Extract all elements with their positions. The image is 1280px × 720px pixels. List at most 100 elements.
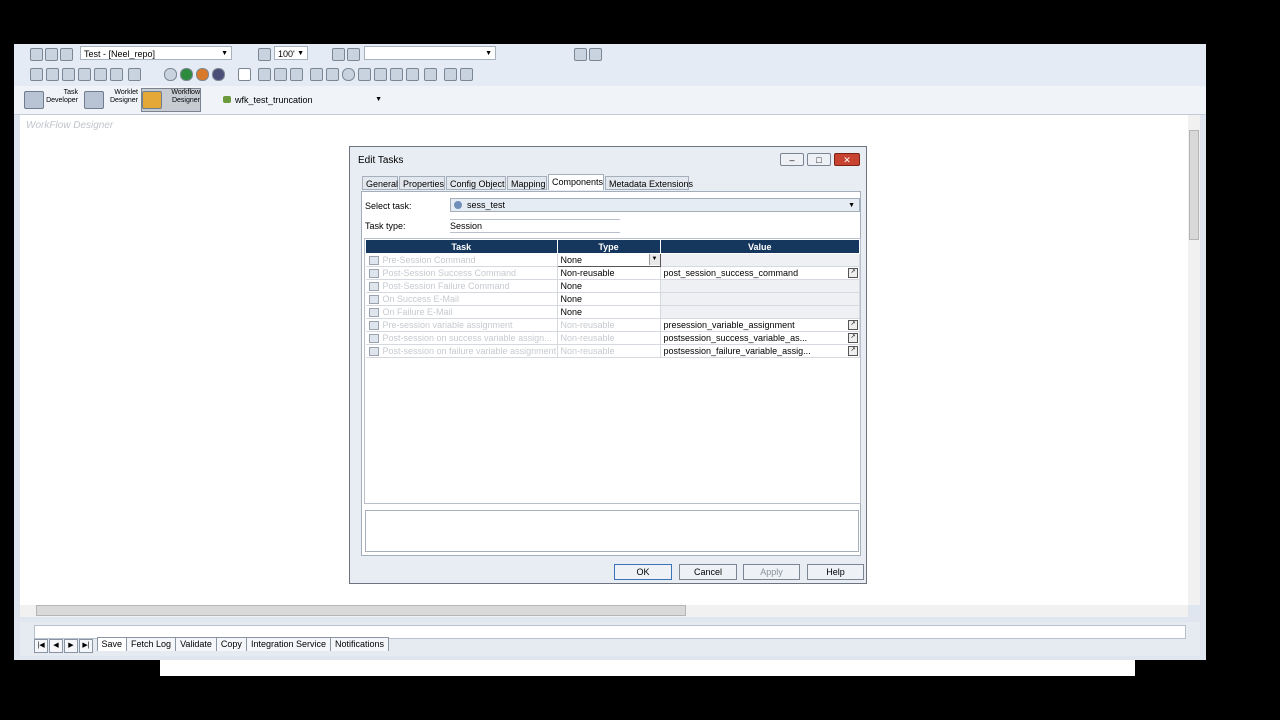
repo-disconnect-icon[interactable]	[45, 48, 58, 61]
gear-icon[interactable]	[258, 68, 271, 81]
maximize-button[interactable]: □	[807, 153, 831, 166]
column-header-value[interactable]: Value	[659, 239, 860, 254]
components-grid: Task Type Value Pre-Session Command None…	[365, 239, 860, 358]
tab-mapping[interactable]: Mapping	[507, 176, 547, 190]
column-header-task[interactable]: Task	[365, 239, 558, 254]
search-icon[interactable]	[78, 68, 91, 81]
repo-connect-icon[interactable]	[30, 48, 43, 61]
r-icon[interactable]	[164, 68, 177, 81]
value-cell[interactable]: postsession_failure_variable_assig... ↗	[660, 344, 860, 358]
blank-select[interactable]: ▼	[364, 46, 496, 60]
tab-integration-service[interactable]: Integration Service	[245, 637, 331, 651]
type-cell[interactable]: Non-reusable	[557, 266, 661, 280]
tab-general[interactable]: General	[362, 176, 398, 190]
worklet-designer-button[interactable]: Worklet Designer	[84, 89, 138, 111]
horizontal-scroll-thumb[interactable]	[36, 605, 686, 616]
assignment-icon[interactable]	[390, 68, 403, 81]
task-icon[interactable]	[274, 68, 287, 81]
type-cell: Non-reusable	[557, 318, 661, 332]
value-cell[interactable]	[660, 292, 860, 306]
table-row[interactable]: Post-Session Success Command Non-reusabl…	[365, 266, 860, 280]
decision-icon[interactable]	[374, 68, 387, 81]
ok-button[interactable]: OK	[614, 564, 672, 580]
chevron-down-icon[interactable]: ▼	[648, 254, 659, 265]
link-icon[interactable]	[574, 48, 587, 61]
edit-value-icon[interactable]: ↗	[848, 320, 858, 330]
tab-notifications[interactable]: Notifications	[329, 637, 390, 651]
layout-icon[interactable]	[332, 48, 345, 61]
prev-tab-icon[interactable]: ◀	[49, 639, 63, 653]
type-cell[interactable]: None	[557, 305, 661, 319]
column-header-type[interactable]: Type	[556, 239, 661, 254]
last-tab-icon[interactable]: ▶|	[79, 639, 93, 653]
edit-value-icon[interactable]: ↗	[848, 346, 858, 356]
email-icon	[368, 308, 379, 318]
workflow-select[interactable]: wfk_test_truncation ▼	[220, 92, 386, 106]
tab-save[interactable]: Save	[96, 637, 128, 651]
vertical-scroll-thumb[interactable]	[1189, 130, 1199, 240]
table-row[interactable]: On Failure E-Mail None	[365, 305, 860, 319]
arrow-icon[interactable]	[589, 48, 602, 61]
table-row[interactable]: Post-Session Failure Command None	[365, 279, 860, 293]
table-row[interactable]: Pre-Session Command None ▼	[365, 253, 860, 267]
tab-copy[interactable]: Copy	[215, 637, 247, 651]
event-icon[interactable]	[406, 68, 419, 81]
worklet-icon[interactable]	[310, 68, 323, 81]
d-icon[interactable]	[180, 68, 193, 81]
value-cell[interactable]: post_session_success_command ↗	[660, 266, 860, 280]
help-button[interactable]: Help	[807, 564, 864, 580]
cancel-button[interactable]: Cancel	[679, 564, 737, 580]
link-tool-icon[interactable]	[424, 68, 437, 81]
db-icon[interactable]	[30, 68, 43, 81]
tab-config-object[interactable]: Config Object	[446, 176, 506, 190]
first-tab-icon[interactable]: |◀	[34, 639, 48, 653]
clock-icon[interactable]	[342, 68, 355, 81]
table-row[interactable]: Pre-session variable assignment Non-reus…	[365, 318, 860, 332]
value-cell[interactable]	[660, 279, 860, 293]
db-icon[interactable]	[94, 68, 107, 81]
search-icon[interactable]	[62, 68, 75, 81]
tools-icon[interactable]	[347, 48, 360, 61]
close-button[interactable]: ✕	[834, 153, 860, 166]
edit-value-icon[interactable]: ↗	[848, 268, 858, 278]
tab-components[interactable]: Components	[548, 174, 604, 190]
email-icon[interactable]	[290, 68, 303, 81]
tab-validate[interactable]: Validate	[175, 637, 217, 651]
tab-properties[interactable]: Properties	[399, 176, 445, 190]
zoom-select[interactable]: 100' ▼	[274, 46, 308, 60]
assignment-icon	[368, 321, 379, 331]
type-cell[interactable]: None	[557, 292, 661, 306]
next-tab-icon[interactable]: ▶	[64, 639, 78, 653]
type-cell[interactable]: None ▼	[556, 253, 661, 267]
edit-value-icon[interactable]: ↗	[848, 333, 858, 343]
session-icon[interactable]	[460, 68, 473, 81]
cut-icon[interactable]	[110, 68, 123, 81]
type-cell[interactable]: None	[557, 279, 661, 293]
value-cell[interactable]	[660, 305, 860, 319]
repo-folder-icon[interactable]	[60, 48, 73, 61]
command-icon[interactable]	[444, 68, 457, 81]
minimize-button[interactable]: –	[780, 153, 804, 166]
control-icon[interactable]	[358, 68, 371, 81]
tab-fetch-log[interactable]: Fetch Log	[126, 637, 177, 651]
m-icon[interactable]	[212, 68, 225, 81]
pointer-icon[interactable]	[238, 68, 251, 81]
table-row[interactable]: Post-session on success variable assign.…	[365, 331, 860, 345]
table-row[interactable]: On Success E-Mail None	[365, 292, 860, 306]
select-task-dropdown[interactable]: sess_test ▼	[450, 198, 860, 212]
w-icon[interactable]	[196, 68, 209, 81]
value-cell[interactable]	[660, 253, 860, 267]
value-cell[interactable]: postsession_success_variable_as... ↗	[660, 331, 860, 345]
apply-button[interactable]: Apply	[743, 564, 800, 580]
table-row[interactable]: Post-session on failure variable assignm…	[365, 344, 860, 358]
tab-metadata-extensions[interactable]: Metadata Extensions	[605, 176, 693, 190]
timer-icon[interactable]	[326, 68, 339, 81]
description-area[interactable]	[365, 510, 859, 552]
copy-icon[interactable]	[128, 68, 141, 81]
repository-select[interactable]: Test - [Neel_repo] ▼	[80, 46, 232, 60]
workflow-designer-button[interactable]: Workflow Designer	[141, 88, 201, 112]
value-cell[interactable]: presession_variable_assignment ↗	[660, 318, 860, 332]
search-icon[interactable]	[46, 68, 59, 81]
fit-icon[interactable]	[258, 48, 271, 61]
task-developer-button[interactable]: Task Developer	[24, 89, 78, 111]
